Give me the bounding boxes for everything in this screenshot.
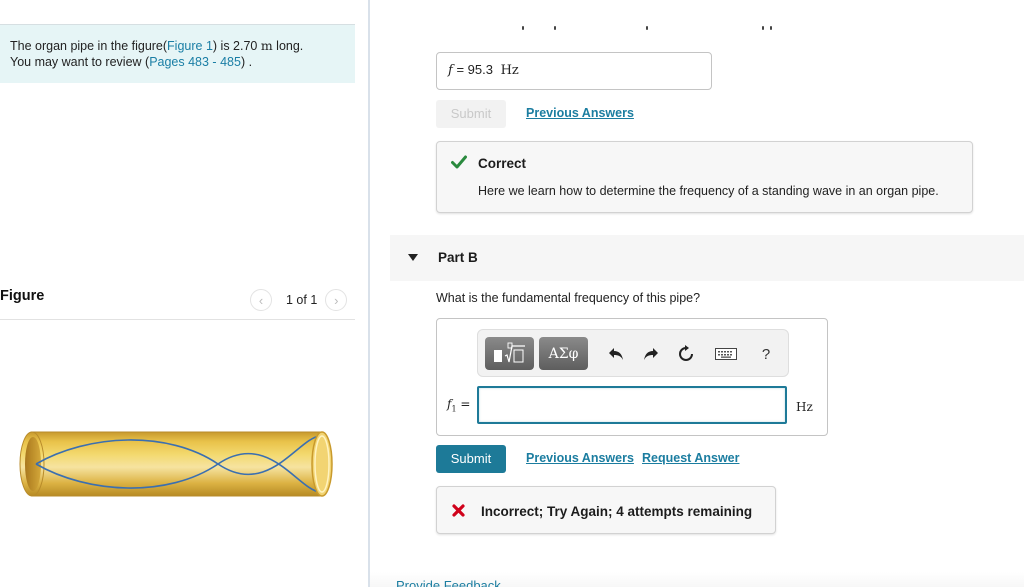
keyboard-button[interactable] <box>714 342 738 366</box>
part-b-previous-answers-link[interactable]: Previous Answers <box>526 451 634 465</box>
redo-button[interactable] <box>639 342 663 366</box>
figure-link[interactable]: Figure 1 <box>167 39 213 53</box>
reset-button[interactable] <box>674 342 698 366</box>
provide-feedback-link[interactable]: Provide Feedback <box>396 578 501 587</box>
right-pane: f = 95.3 Hz Submit Previous Answers Corr… <box>370 0 1024 587</box>
intro-text: The organ pipe in the figure( <box>10 39 168 53</box>
math-toolbar: ΑΣφ ? <box>477 329 789 377</box>
collapse-caret-icon[interactable] <box>408 254 418 261</box>
x-icon <box>452 504 465 517</box>
correct-feedback: Correct Here we learn how to determine t… <box>436 141 973 213</box>
greek-symbols-button[interactable]: ΑΣφ <box>539 337 588 370</box>
undo-button[interactable] <box>604 342 628 366</box>
intro-line-1: The organ pipe in the figure(Figure 1) i… <box>10 38 355 54</box>
figure-pager: ‹ 1 of 1 › <box>250 289 348 311</box>
pages-link[interactable]: Pages 483 - 485 <box>149 55 241 69</box>
redo-icon <box>644 348 658 360</box>
part-b-header[interactable]: Part B <box>390 235 1024 281</box>
templates-button[interactable] <box>485 337 534 370</box>
reset-icon <box>679 345 693 361</box>
chevron-right-icon: › <box>334 292 339 308</box>
figure-title: Figure <box>0 288 45 304</box>
request-answer-link[interactable]: Request Answer <box>642 451 739 465</box>
length-unit: m <box>260 38 273 53</box>
intro-text: ) is 2.70 <box>212 39 261 53</box>
pipe-left-opening <box>25 437 41 491</box>
keyboard-icon <box>715 348 737 360</box>
next-figure-button[interactable]: › <box>325 289 348 311</box>
intro-text: long. <box>272 39 304 53</box>
check-icon <box>451 155 467 169</box>
intro-line-2: You may want to review (Pages 483 - 485)… <box>10 54 355 70</box>
answer-variable: f <box>448 63 453 78</box>
part-a-answer: f = 95.3 Hz <box>436 52 712 90</box>
organ-pipe-figure <box>19 431 333 497</box>
pager-label: 1 of 1 <box>286 293 318 307</box>
part-a-previous-answers-link[interactable]: Previous Answers <box>526 106 634 120</box>
part-b-answer-input[interactable] <box>477 386 787 424</box>
incorrect-feedback: Incorrect; Try Again; 4 attempts remaini… <box>436 486 776 534</box>
problem-intro: The organ pipe in the figure(Figure 1) i… <box>0 24 355 83</box>
help-button[interactable]: ? <box>754 342 778 366</box>
prev-figure-button[interactable]: ‹ <box>250 289 272 311</box>
answer-unit: Hz <box>500 63 519 78</box>
variable-subscript: 1 <box>451 404 457 414</box>
answer-equals: = <box>456 62 465 77</box>
answer-variable-label: f1 = <box>447 397 470 413</box>
answer-unit-label: Hz <box>796 400 813 414</box>
feedback-status: Correct <box>478 156 527 171</box>
part-b-submit-button[interactable]: Submit <box>436 445 506 473</box>
clipped-text-row <box>436 26 796 36</box>
figure-header: Figure ‹ 1 of 1 › <box>0 283 355 320</box>
feedback-message: Here we learn how to determine the frequ… <box>478 184 939 198</box>
part-b-answer-panel: ΑΣφ ? f1 = Hz <box>436 318 828 436</box>
part-b-title: Part B <box>438 250 478 265</box>
answer-value: 95.3 <box>467 62 493 77</box>
part-a-submit-button[interactable]: Submit <box>436 100 506 128</box>
review-text: ) . <box>240 55 253 69</box>
feedback-status: Incorrect; Try Again; 4 attempts remaini… <box>481 504 753 519</box>
review-text: You may want to review ( <box>10 55 150 69</box>
chevron-left-icon: ‹ <box>258 292 264 308</box>
part-b-question: What is the fundamental frequency of thi… <box>436 291 701 305</box>
templates-icon <box>493 342 525 362</box>
left-pane: The organ pipe in the figure(Figure 1) i… <box>0 0 368 587</box>
undo-icon <box>609 348 623 360</box>
equals-sign: = <box>460 397 471 411</box>
